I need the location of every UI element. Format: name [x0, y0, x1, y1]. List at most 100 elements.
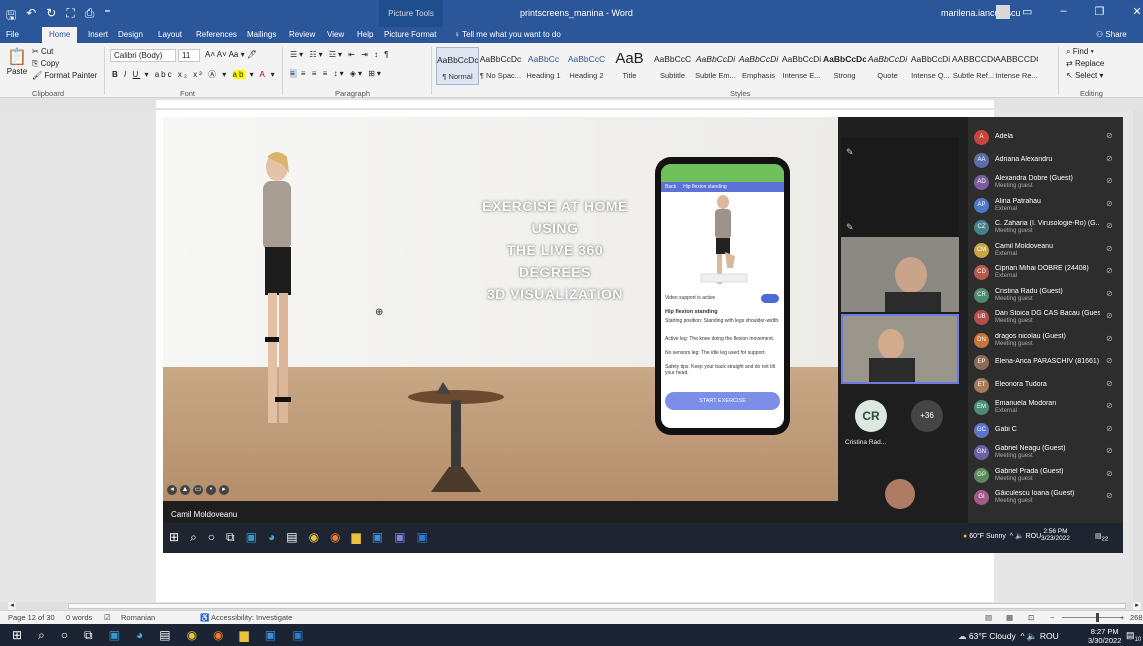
list-buttons[interactable]: ☰▾ ☷▾ ☲▾ ⇤ ⇥ ↕ ¶	[290, 50, 391, 59]
horizontal-scrollbar[interactable]: ◂ ▸	[0, 602, 1143, 610]
ribbon-display-icon[interactable]: ▭	[1022, 5, 1032, 18]
notification-center-icon[interactable]: ▤10	[1126, 630, 1141, 643]
close-icon[interactable]: ✕	[1132, 5, 1141, 18]
cut-button[interactable]: ✂ Cut	[32, 47, 53, 56]
participant-row[interactable]: CM Camil Moldoveanu External ⊘	[968, 240, 1123, 261]
zoom-in-icon[interactable]: +	[1120, 613, 1124, 622]
more-participants-badge[interactable]: +36	[911, 400, 943, 432]
accessibility-status[interactable]: ♿ Accessibility: Investigate	[200, 613, 292, 622]
cloud-icon[interactable]: ☁	[958, 631, 967, 641]
tab-home[interactable]: Home	[42, 27, 78, 43]
print-preview-icon[interactable]: ⎙	[85, 6, 95, 27]
tab-insert[interactable]: Insert	[88, 30, 108, 39]
tab-references[interactable]: References	[196, 30, 237, 39]
explorer-icon[interactable]: ▤	[159, 628, 170, 643]
participant-row[interactable]: CZ C. Zaharia (I. Virusologie-Ro) (G... Me…	[968, 217, 1123, 238]
save-icon[interactable]: 🖫	[6, 6, 16, 27]
align-buttons[interactable]: ≡ ≡ ≡ ≡ ↕▾ ◈▾ ⊞▾	[290, 69, 383, 78]
start-icon[interactable]: ⊞	[12, 628, 22, 643]
font-name-box[interactable]: Calibri (Body)	[110, 49, 176, 62]
participant-row[interactable]: EP Elena-Anca PARASCHIV (81661) ⊘	[968, 352, 1123, 373]
zoom-slider-handle[interactable]	[1096, 613, 1099, 622]
select-button[interactable]: ↖ Select ▾	[1066, 71, 1103, 80]
scroll-right-icon[interactable]: ▸	[1133, 602, 1141, 610]
word-count[interactable]: 0 words	[66, 613, 92, 622]
firefox-icon[interactable]: ◉	[213, 628, 223, 643]
embedded-screenshot-image[interactable]: EXERCISE AT HOME USING THE LIVE 360 DEGR…	[163, 117, 1123, 553]
files-icon[interactable]: ▆	[240, 628, 249, 643]
participant-row[interactable]: AA Adriana Alexandru ⊘	[968, 150, 1123, 171]
read-mode-icon[interactable]: ▤	[985, 613, 992, 622]
redo-icon[interactable]: ↻	[46, 6, 56, 27]
proofing-icon[interactable]: ☑	[104, 613, 111, 622]
style-item[interactable]: AaBbCcDi Emphasis	[737, 47, 780, 85]
participant-row[interactable]: ET Eleonora Tudora ⊘	[968, 375, 1123, 396]
font-size-buttons[interactable]: A˄ A˅ Aa ▾ 🖊	[205, 50, 257, 59]
participant-row[interactable]: GP Gabriel Prada (Guest) Meeting guest ⊘	[968, 465, 1123, 486]
vertical-scrollbar[interactable]	[1133, 110, 1143, 602]
replace-button[interactable]: ⇄ Replace	[1066, 59, 1104, 68]
tab-design[interactable]: Design	[118, 30, 143, 39]
style-item[interactable]: AaBbCcDc ¶ Normal	[436, 47, 479, 85]
tray-language[interactable]: ROU	[1040, 631, 1059, 641]
tab-layout[interactable]: Layout	[158, 30, 182, 39]
participant-row[interactable]: A Adela ⊘	[968, 127, 1123, 148]
zoom-level[interactable]: 268	[1130, 613, 1143, 622]
app-icon[interactable]: ▣	[109, 628, 120, 643]
user-avatar[interactable]	[996, 5, 1010, 19]
zoom-out-icon[interactable]: −	[1050, 613, 1054, 622]
format-painter-button[interactable]: 🖌 Format Painter	[32, 71, 97, 80]
style-item[interactable]: AaB Title	[608, 47, 651, 85]
copy-button[interactable]: ⎘ Copy	[32, 59, 59, 69]
clock[interactable]: 8:27 PM 3/30/2022	[1088, 627, 1121, 645]
tab-picture-format[interactable]: Picture Format	[384, 30, 436, 39]
tile-avatar[interactable]: CR	[855, 400, 887, 432]
participant-row[interactable]: CR Cristina Radu (Guest) Meeting guest ⊘	[968, 285, 1123, 306]
outlook-icon[interactable]: ▣	[265, 628, 276, 643]
volume-icon[interactable]: 🔈	[1027, 631, 1038, 641]
word-icon[interactable]: ▣	[292, 628, 303, 643]
tab-help[interactable]: Help	[357, 30, 373, 39]
style-item[interactable]: AaBbCcDi Subtle Em...	[694, 47, 737, 85]
touch-mode-icon[interactable]: ⛶	[66, 6, 74, 27]
paste-button[interactable]: 📋 Paste	[6, 47, 28, 76]
scroll-left-icon[interactable]: ◂	[8, 602, 16, 610]
language-status[interactable]: Romanian	[121, 613, 155, 622]
chrome-icon[interactable]: ◉	[187, 628, 197, 643]
print-layout-icon[interactable]: ▦	[1006, 613, 1013, 622]
tab-file[interactable]: File	[6, 30, 19, 39]
horizontal-ruler[interactable]	[0, 98, 1143, 110]
style-item[interactable]: AaBbCcC Subtitle	[651, 47, 694, 85]
participant-row[interactable]: DN dragos nicolau (Guest) Meeting guest ⊘	[968, 330, 1123, 351]
cortana-icon[interactable]: ○	[61, 628, 68, 643]
share-button[interactable]: ⚇ Share	[1096, 30, 1127, 39]
style-item[interactable]: AaBbCc Heading 1	[522, 47, 565, 85]
participant-row[interactable]: UB Dan Stoica DG CAS Bacau (Guest) Meeting…	[968, 307, 1123, 328]
style-item[interactable]: AaBbCcDi Intense Q...	[909, 47, 952, 85]
style-item[interactable]: AaBbCcDi Quote	[866, 47, 909, 85]
find-button[interactable]: ⌕ Find ▾	[1066, 47, 1094, 57]
font-size-box[interactable]: 11	[178, 49, 200, 62]
weather-text[interactable]: 63°F Cloudy	[969, 631, 1016, 641]
participant-row[interactable]: EM Emanuela Modoran External ⊘	[968, 397, 1123, 418]
participant-row[interactable]: AP Alina Patrahau External ⊘	[968, 195, 1123, 216]
tray-chevron-icon[interactable]: ^	[1020, 631, 1024, 641]
task-view-icon[interactable]: ⧉	[84, 628, 93, 643]
edge-icon[interactable]: ◕	[136, 628, 143, 643]
horizontal-scroll-thumb[interactable]	[68, 603, 1126, 609]
style-item[interactable]: AaBbCcDc Strong	[823, 47, 866, 85]
minimize-icon[interactable]: –	[1060, 5, 1066, 18]
style-item[interactable]: AABBCCDC Subtle Ref...	[952, 47, 995, 85]
participant-row[interactable]: GC Gabi C ⊘	[968, 420, 1123, 441]
undo-icon[interactable]: ↶	[26, 6, 36, 27]
font-format-buttons[interactable]: B I U ▾ abc x₂ x² Ⓐ ▾ ab ▾ A ▾	[112, 69, 277, 80]
participant-row[interactable]: CD Ciprian Mihai DOBRE (24408) External ⊘	[968, 262, 1123, 283]
style-item[interactable]: AaBbCcDc ¶ No Spac...	[479, 47, 522, 85]
page-count[interactable]: Page 12 of 30	[8, 613, 55, 622]
tab-view[interactable]: View	[327, 30, 344, 39]
tab-review[interactable]: Review	[289, 30, 315, 39]
participant-row[interactable]: GI Găiculescu Ioana (Guest) Meeting guest ⊘	[968, 487, 1123, 508]
participant-row[interactable]: GN Gabriel Neagu (Guest) Meeting guest ⊘	[968, 442, 1123, 463]
web-layout-icon[interactable]: ⊡	[1028, 613, 1034, 622]
participant-row[interactable]: AD Alexandra Dobre (Guest) Meeting guest ⊘	[968, 172, 1123, 193]
